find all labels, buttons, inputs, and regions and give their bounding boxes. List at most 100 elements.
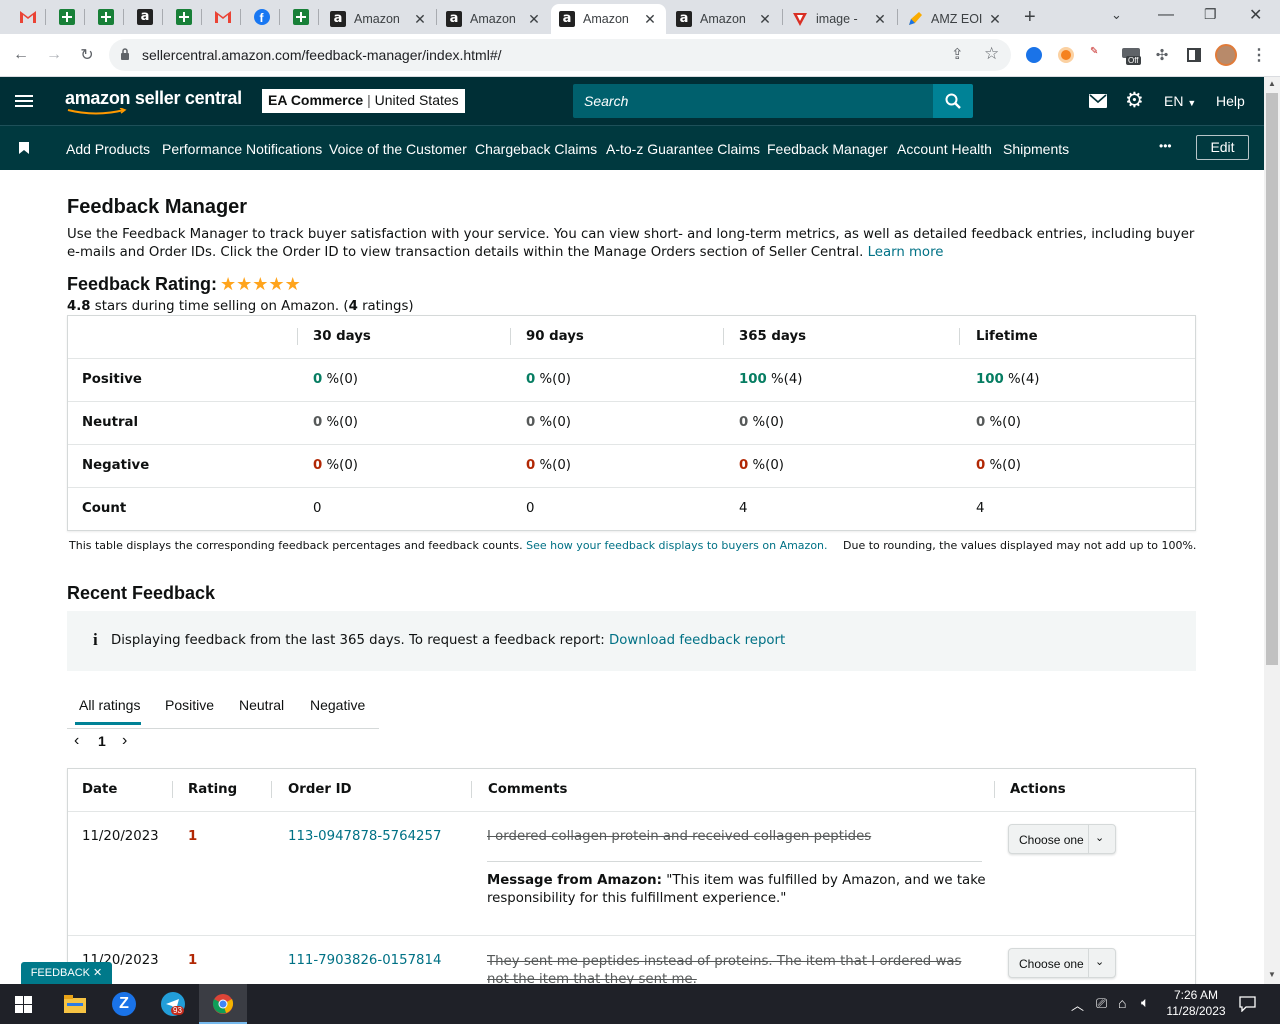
browser-tab-amazon-4[interactable]: a Amazon ✕ <box>668 4 781 34</box>
close-tab-icon[interactable]: ✕ <box>757 11 773 28</box>
page-scrollbar[interactable]: ▲ ▼ <box>1264 77 1280 984</box>
bookmark-star-icon[interactable]: ☆ <box>984 44 999 64</box>
bookmark-icon[interactable] <box>19 142 29 154</box>
back-icon[interactable]: ← <box>11 45 31 65</box>
volume-icon[interactable]: 🔈︎ <box>1141 994 1149 1011</box>
row1-order-id[interactable]: 113-0947878-5764257 <box>288 829 441 844</box>
mail-icon[interactable] <box>1089 94 1107 108</box>
zalo-icon[interactable]: Z <box>112 992 136 1016</box>
account-switcher[interactable]: EA Commerce | United States <box>262 89 465 113</box>
nav-performance-notifications[interactable]: Performance Notifications <box>162 141 322 157</box>
nav-edit-button[interactable]: Edit <box>1196 135 1249 160</box>
nav-a-to-z-claims[interactable]: A-to-z Guarantee Claims <box>606 141 760 157</box>
next-page-icon[interactable]: › <box>122 732 127 750</box>
sheets-pinned-tab-4[interactable] <box>289 5 313 29</box>
amazon-icon: a <box>330 11 346 27</box>
row2-action-dropdown[interactable]: Choose one ⌄ <box>1008 948 1116 978</box>
hamburger-menu-icon[interactable] <box>15 94 33 108</box>
browser-tab-amazon-active[interactable]: a Amazon ✕ <box>551 4 666 34</box>
current-page[interactable]: 1 <box>98 733 106 749</box>
search-input[interactable]: Search <box>573 84 933 118</box>
tab-negative[interactable]: Negative <box>310 697 365 713</box>
extension-off-icon[interactable]: Off <box>1122 46 1144 68</box>
nav-voice-of-the-customer[interactable]: Voice of the Customer <box>329 141 467 157</box>
learn-more-link[interactable]: Learn more <box>868 245 944 260</box>
close-tab-icon[interactable]: ✕ <box>412 11 428 28</box>
restore-icon[interactable]: ❐ <box>1204 6 1217 23</box>
taskbar-clock[interactable]: 7:26 AM 11/28/2023 <box>1166 988 1226 1018</box>
facebook-pinned-tab[interactable]: f <box>250 5 274 29</box>
nav-more-icon[interactable]: ••• <box>1159 139 1172 153</box>
help-link[interactable]: Help <box>1216 93 1245 109</box>
caret-down-icon: ▼ <box>1187 98 1197 108</box>
sheets-pinned-tab[interactable] <box>55 5 79 29</box>
profile-avatar[interactable] <box>1215 44 1237 66</box>
row1-amazon-message: Message from Amazon: "This item was fulf… <box>487 872 987 908</box>
reload-icon[interactable]: ↻ <box>77 45 97 65</box>
sheets-pinned-tab-2[interactable] <box>94 5 118 29</box>
sheets-pinned-tab-3[interactable] <box>172 5 196 29</box>
seller-central-logo[interactable]: amazon seller central <box>65 88 242 109</box>
amazon-pinned-tab[interactable]: a <box>133 5 157 29</box>
tab-positive[interactable]: Positive <box>165 697 214 713</box>
settings-gear-icon[interactable]: ⚙ <box>1125 88 1144 113</box>
extension-icon[interactable] <box>1026 47 1042 63</box>
positive-lifetime: 100 %(4) <box>976 372 1039 387</box>
close-tab-icon[interactable]: ✕ <box>526 11 542 28</box>
nav-shipments[interactable]: Shipments <box>1003 141 1069 157</box>
forward-icon[interactable]: → <box>44 45 64 65</box>
account-name: EA Commerce <box>268 92 364 108</box>
scrollbar-thumb[interactable] <box>1266 93 1278 665</box>
tray-device-icon[interactable]: ⎚ <box>1096 995 1107 1012</box>
gmail-pinned-tab[interactable] <box>16 5 40 29</box>
prev-page-icon[interactable]: ‹ <box>74 732 79 750</box>
order-id-link[interactable]: 111-7903826-0157814 <box>288 953 441 968</box>
nav-add-products[interactable]: Add Products <box>66 141 150 157</box>
close-window-icon[interactable]: ✕ <box>1249 5 1262 25</box>
chrome-taskbar-button[interactable] <box>199 984 247 1024</box>
buyer-display-link[interactable]: See how your feedback displays to buyers… <box>526 539 827 552</box>
chrome-menu-icon[interactable]: ⋮ <box>1249 45 1269 65</box>
pencil-icon <box>909 12 922 25</box>
new-tab-button[interactable]: + <box>1024 6 1036 29</box>
search-button[interactable] <box>933 84 973 118</box>
telegram-icon[interactable]: 93 <box>161 992 185 1016</box>
notification-icon[interactable] <box>1239 996 1256 1012</box>
minimize-icon[interactable]: — <box>1158 6 1174 24</box>
browser-tab-image[interactable]: image - ✕ <box>784 4 896 34</box>
tab-neutral[interactable]: Neutral <box>239 697 284 713</box>
file-explorer-icon[interactable] <box>64 995 86 1013</box>
nav-account-health[interactable]: Account Health <box>897 141 992 157</box>
nav-feedback-manager[interactable]: Feedback Manager <box>767 141 888 157</box>
gmail-pinned-tab-2[interactable] <box>211 5 235 29</box>
order-id-link[interactable]: 113-0947878-5764257 <box>288 829 441 844</box>
tab-all-ratings[interactable]: All ratings <box>79 697 140 713</box>
page-description: Use the Feedback Manager to track buyer … <box>67 226 1197 262</box>
facebook-icon: f <box>254 9 270 25</box>
tray-overflow-icon[interactable]: ︿ <box>1071 995 1084 1014</box>
network-icon[interactable]: ⌂ <box>1118 995 1126 1011</box>
extension-icon-3[interactable]: ✎ <box>1090 46 1098 57</box>
positive-30: 0 %(0) <box>313 372 358 387</box>
share-icon[interactable]: ⇪ <box>951 45 964 63</box>
browser-tab-amz-eoi[interactable]: AMZ EOI ✕ <box>899 4 1011 34</box>
browser-tab-amazon-1[interactable]: a Amazon ✕ <box>322 4 436 34</box>
side-panel-icon[interactable] <box>1184 45 1204 65</box>
address-bar[interactable]: sellercentral.amazon.com/feedback-manage… <box>109 39 1011 71</box>
value: 0 <box>526 458 536 473</box>
browser-tab-amazon-2[interactable]: a Amazon ✕ <box>438 4 550 34</box>
tab-search-icon[interactable]: ⌄ <box>1111 7 1122 23</box>
row2-order-id[interactable]: 111-7903826-0157814 <box>288 953 441 968</box>
close-tab-icon[interactable]: ✕ <box>642 11 658 28</box>
close-tab-icon[interactable]: ✕ <box>872 11 888 28</box>
puzzle-icon[interactable]: ✣ <box>1152 45 1172 65</box>
windows-start-icon[interactable] <box>15 996 32 1013</box>
close-tab-icon[interactable]: ✕ <box>987 11 1003 28</box>
nav-chargeback-claims[interactable]: Chargeback Claims <box>475 141 597 157</box>
extension-icon-2[interactable] <box>1058 47 1074 63</box>
feedback-floating-tab[interactable]: FEEDBACK ✕ <box>21 962 112 984</box>
url-text: sellercentral.amazon.com/feedback-manage… <box>142 47 502 63</box>
download-feedback-report-link[interactable]: Download feedback report <box>609 633 785 648</box>
language-selector[interactable]: EN ▼ <box>1164 93 1196 109</box>
row1-action-dropdown[interactable]: Choose one ⌄ <box>1008 824 1116 854</box>
